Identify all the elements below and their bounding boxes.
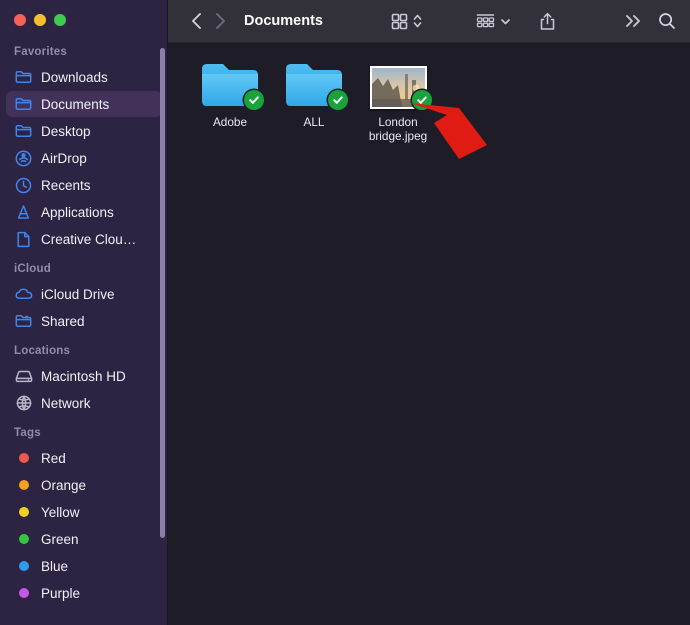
sidebar-section-header: Locations bbox=[14, 345, 71, 357]
minimize-button[interactable] bbox=[34, 14, 46, 26]
page-title: Documents bbox=[244, 13, 323, 29]
shared-folder-icon bbox=[14, 312, 33, 330]
sidebar-item-label: Orange bbox=[41, 477, 87, 493]
sidebar-item-icloud-drive[interactable]: iCloud Drive bbox=[6, 281, 162, 307]
checkmark-badge-icon bbox=[328, 90, 348, 110]
sidebar-item-purple[interactable]: Purple bbox=[6, 580, 162, 606]
tag-dot-icon bbox=[14, 476, 33, 494]
sidebar-item-label: iCloud Drive bbox=[41, 286, 115, 302]
file-grid: Adobe ALL London bridge.jpeg bbox=[168, 43, 690, 625]
sidebar-list: Favorites Downloads Documents Desktop AirDro… bbox=[0, 38, 168, 609]
sidebar-item-documents[interactable]: Documents bbox=[6, 91, 162, 117]
finder-window: Favorites Downloads Documents Desktop AirDro… bbox=[0, 0, 690, 625]
search-icon[interactable] bbox=[658, 7, 676, 35]
sidebar-item-label: AirDrop bbox=[41, 150, 87, 166]
file-item[interactable]: Adobe bbox=[188, 57, 272, 129]
tag-dot-icon bbox=[14, 503, 33, 521]
chevron-up-down-icon[interactable] bbox=[413, 7, 422, 35]
sidebar-item-blue[interactable]: Blue bbox=[6, 553, 162, 579]
sidebar-item-macintosh-hd[interactable]: Macintosh HD bbox=[6, 363, 162, 389]
sidebar-section-header: Favorites bbox=[14, 46, 67, 58]
image-thumbnail[interactable] bbox=[366, 57, 432, 110]
sidebar-item-label: Documents bbox=[41, 96, 110, 112]
document-icon bbox=[14, 230, 33, 248]
sidebar-item-applications[interactable]: Applications bbox=[6, 199, 162, 225]
sidebar: Favorites Downloads Documents Desktop AirDro… bbox=[0, 0, 168, 625]
tag-dot-icon bbox=[14, 449, 33, 467]
sidebar-item-label: Green bbox=[41, 531, 79, 547]
file-item[interactable]: London bridge.jpeg bbox=[356, 57, 440, 143]
view-options-control[interactable] bbox=[391, 7, 422, 35]
traffic-light-group bbox=[0, 0, 168, 38]
sidebar-section-favorites: Favorites Downloads Documents Desktop AirDro… bbox=[0, 38, 168, 255]
tag-dot-icon bbox=[14, 530, 33, 548]
file-item[interactable]: ALL bbox=[272, 57, 356, 129]
sidebar-item-red[interactable]: Red bbox=[6, 445, 162, 471]
file-label: London bridge.jpeg bbox=[368, 115, 428, 143]
grid-view-icon[interactable] bbox=[391, 7, 408, 35]
sidebar-item-label: Shared bbox=[41, 313, 85, 329]
sidebar-item-label: Recents bbox=[41, 177, 91, 193]
chevron-down-icon[interactable] bbox=[500, 7, 511, 35]
sidebar-item-label: Macintosh HD bbox=[41, 368, 126, 384]
folder-icon bbox=[14, 122, 33, 140]
checkmark-badge-icon bbox=[412, 90, 432, 110]
group-by-control[interactable] bbox=[476, 7, 511, 35]
sidebar-section-icloud: iCloud iCloud Drive Shared bbox=[0, 255, 168, 337]
sidebar-item-recents[interactable]: Recents bbox=[6, 172, 162, 198]
zoom-button[interactable] bbox=[54, 14, 66, 26]
harddisk-icon bbox=[14, 367, 33, 385]
file-label: ALL bbox=[303, 115, 325, 129]
sidebar-item-shared[interactable]: Shared bbox=[6, 308, 162, 334]
file-label: Adobe bbox=[212, 115, 248, 129]
sidebar-item-yellow[interactable]: Yellow bbox=[6, 499, 162, 525]
sidebar-item-label: Applications bbox=[41, 204, 114, 220]
sidebar-item-desktop[interactable]: Desktop bbox=[6, 118, 162, 144]
globe-icon bbox=[14, 394, 33, 412]
applications-icon bbox=[14, 203, 33, 221]
clock-icon bbox=[14, 176, 33, 194]
sidebar-scrollbar[interactable] bbox=[160, 48, 165, 538]
sidebar-item-green[interactable]: Green bbox=[6, 526, 162, 552]
sidebar-item-label: Yellow bbox=[41, 504, 80, 520]
cloud-icon bbox=[14, 285, 33, 303]
tag-dot-icon bbox=[14, 584, 33, 602]
sidebar-item-label: Purple bbox=[41, 585, 81, 601]
sidebar-item-label: Blue bbox=[41, 558, 69, 574]
sidebar-item-orange[interactable]: Orange bbox=[6, 472, 162, 498]
forward-button[interactable] bbox=[208, 7, 232, 35]
sidebar-item-downloads[interactable]: Downloads bbox=[6, 64, 162, 90]
folder-icon[interactable] bbox=[198, 57, 264, 110]
sidebar-item-airdrop[interactable]: AirDrop bbox=[6, 145, 162, 171]
airdrop-icon bbox=[14, 149, 33, 167]
sidebar-section-locations: Locations Macintosh HD Network bbox=[0, 337, 168, 419]
sidebar-item-label: Red bbox=[41, 450, 66, 466]
sidebar-section-header: iCloud bbox=[14, 263, 51, 275]
folder-icon bbox=[14, 68, 33, 86]
sidebar-item-creative-clou[interactable]: Creative Clou… bbox=[6, 226, 162, 252]
sidebar-item-label: Downloads bbox=[41, 69, 108, 85]
toolbar: Documents bbox=[168, 0, 690, 43]
sidebar-item-label: Creative Clou… bbox=[41, 231, 137, 247]
folder-icon[interactable] bbox=[282, 57, 348, 110]
tag-dot-icon bbox=[14, 557, 33, 575]
sidebar-item-label: Network bbox=[41, 395, 91, 411]
group-by-icon[interactable] bbox=[476, 7, 495, 35]
close-button[interactable] bbox=[14, 14, 26, 26]
sidebar-item-network[interactable]: Network bbox=[6, 390, 162, 416]
checkmark-badge-icon bbox=[244, 90, 264, 110]
double-chevron-right-icon[interactable] bbox=[625, 7, 642, 35]
main-panel: Documents Adobe ALL London bridge.jpeg bbox=[168, 0, 690, 625]
sidebar-item-label: Desktop bbox=[41, 123, 91, 139]
folder-icon bbox=[14, 95, 33, 113]
sidebar-section-header: Tags bbox=[14, 427, 41, 439]
sidebar-section-tags: Tags Red Orange Yellow Green Blue Purple bbox=[0, 419, 168, 609]
share-icon[interactable] bbox=[539, 7, 556, 35]
back-button[interactable] bbox=[184, 7, 208, 35]
